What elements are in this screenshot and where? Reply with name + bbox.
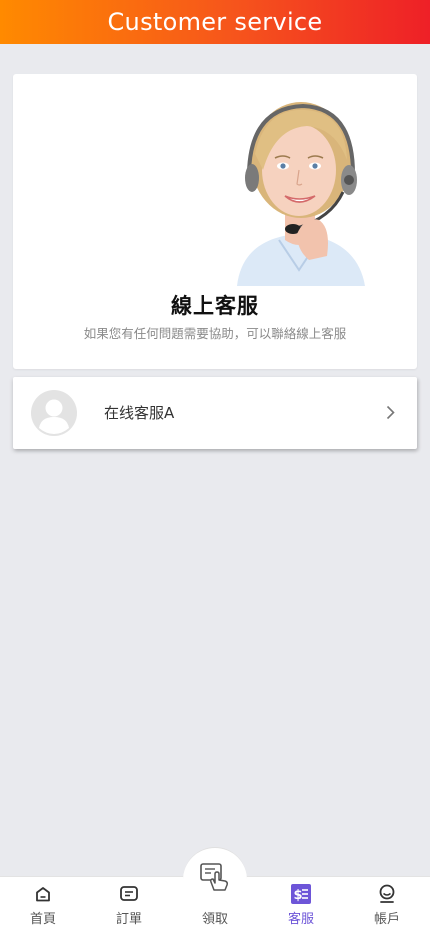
home-icon bbox=[36, 887, 50, 902]
service-item-online-a[interactable]: 在线客服A bbox=[13, 377, 417, 449]
tab-label: 領取 bbox=[201, 912, 228, 927]
chevron-right-icon bbox=[386, 405, 395, 420]
support-agent-illustration bbox=[237, 102, 365, 286]
tab-claim[interactable]: 領取 bbox=[172, 863, 258, 932]
tab-label: 帳戶 bbox=[373, 912, 400, 927]
header-bar: Customer service bbox=[0, 0, 430, 44]
tab-label: 客服 bbox=[287, 912, 314, 927]
orders-icon bbox=[120, 886, 138, 901]
hero-title: 線上客服 bbox=[171, 294, 259, 318]
svg-text:$: $ bbox=[294, 888, 303, 903]
tab-account[interactable]: 帳戶 bbox=[344, 876, 430, 932]
online-service-hero-card: 線上客服 如果您有任何問題需要協助，可以聯絡線上客服 bbox=[13, 74, 417, 369]
tab-label: 訂單 bbox=[115, 912, 142, 927]
account-icon bbox=[379, 884, 395, 903]
tab-label: 首頁 bbox=[29, 912, 56, 927]
page-title: Customer service bbox=[107, 8, 323, 36]
service-name: 在线客服A bbox=[104, 404, 175, 422]
tab-home[interactable]: 首頁 bbox=[0, 876, 86, 932]
avatar-placeholder-icon bbox=[31, 390, 77, 436]
hero-subtitle: 如果您有任何問題需要協助，可以聯絡線上客服 bbox=[83, 326, 347, 341]
tab-orders[interactable]: 訂單 bbox=[86, 876, 172, 932]
tap-claim-icon bbox=[200, 863, 228, 891]
customer-service-icon: $ bbox=[291, 884, 311, 904]
tab-customer-service[interactable]: $ 客服 bbox=[258, 876, 344, 932]
